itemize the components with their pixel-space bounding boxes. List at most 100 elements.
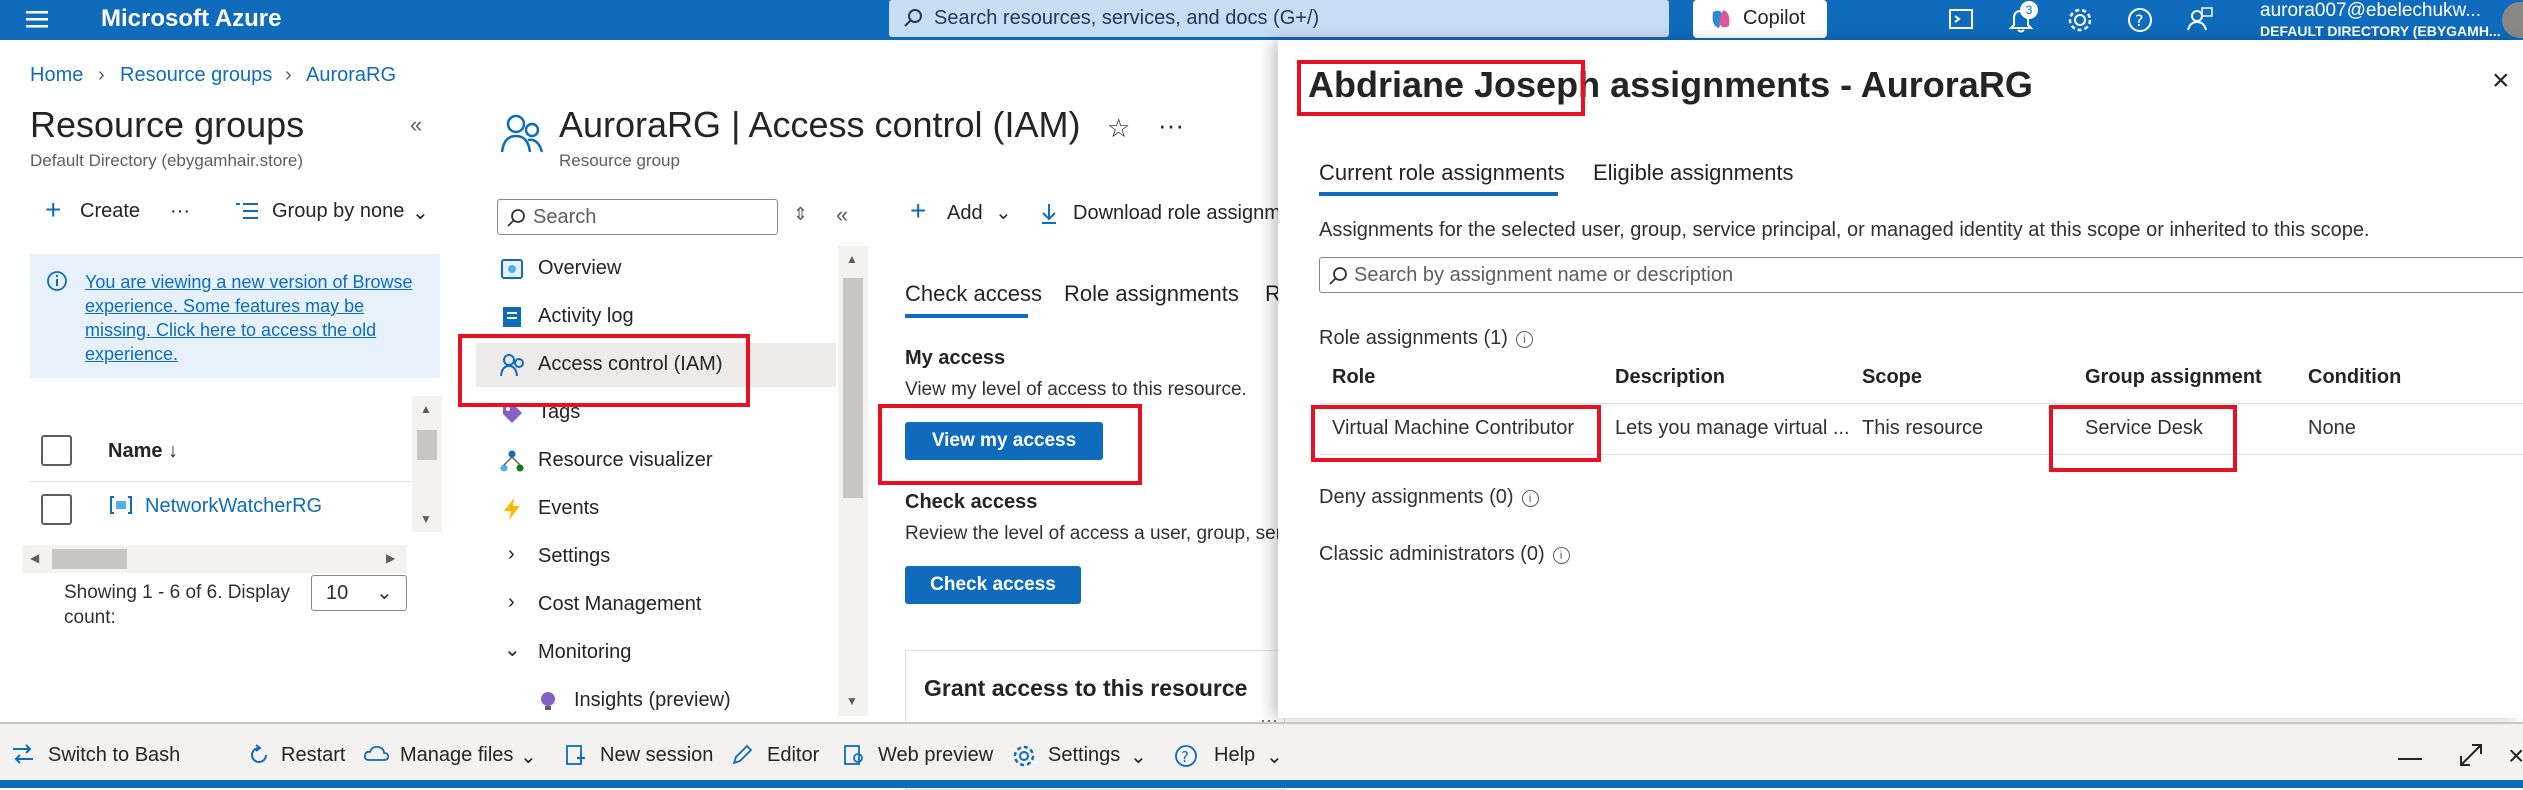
brand-title[interactable]: Microsoft Azure [101,5,281,33]
tab-role-assignments[interactable]: Role assignments [1064,281,1239,307]
group-by-dropdown[interactable]: Group by none [272,200,404,223]
close-icon[interactable]: × [2508,740,2523,772]
tab-eligible-assignments[interactable]: Eligible assignments [1593,160,1794,186]
panel-title-rest: assignments - AuroraRG [1600,64,2033,105]
help-button[interactable]: Help [1214,744,1255,767]
nav-item-tags[interactable]: Tags [500,391,830,435]
scrollbar-thumb[interactable] [52,549,127,569]
collapse-menu-icon[interactable]: « [836,202,848,228]
hamburger-menu-icon[interactable] [26,9,48,29]
minimize-icon[interactable] [2398,758,2422,760]
copilot-label: Copilot [1743,7,1806,29]
account-name[interactable]: aurora007@ebelechukw... [2260,0,2481,22]
scroll-up-icon[interactable]: ▲ [846,252,858,266]
scroll-right-icon[interactable]: ▶ [386,551,395,565]
account-directory[interactable]: DEFAULT DIRECTORY (EBYGAMH... [2260,23,2501,39]
info-icon[interactable]: i [1521,490,1539,507]
global-search-input[interactable]: Search resources, services, and docs (G+… [889,0,1669,37]
web-preview-button[interactable]: Web preview [878,744,993,767]
nav-item-access-control[interactable]: Access control (IAM) [476,343,836,387]
info-icon[interactable]: i [1515,331,1533,348]
group-assignment-link[interactable]: Service Desk [2085,417,2203,440]
check-access-button[interactable]: Check access [905,566,1081,604]
settings-gear-icon[interactable] [2066,6,2094,34]
iam-people-icon [500,112,546,158]
breadcrumb-chevron-icon: › [285,64,292,86]
chevron-down-icon[interactable]: ⌄ [412,200,429,225]
title-separator: | [721,104,749,145]
old-experience-link[interactable]: You are viewing a new version of Browse … [85,270,430,366]
nav-item-overview[interactable]: Overview [500,247,830,291]
select-all-checkbox[interactable] [41,435,72,466]
restart-button[interactable]: Restart [281,744,345,767]
scrollbar-thumb[interactable] [843,278,863,498]
cloud-shell-toolbar: Switch to Bash Restart Manage files ⌄ Ne… [0,710,2523,788]
plus-icon: + [45,194,62,225]
scroll-left-icon[interactable]: ◀ [30,551,39,565]
breadcrumb-home[interactable]: Home [30,64,83,87]
column-description[interactable]: Description [1615,366,1725,389]
editor-button[interactable]: Editor [767,744,819,767]
download-role-assignments-button[interactable]: Download role assignme [1073,202,1292,225]
nav-item-resource-visualizer[interactable]: Resource visualizer [500,439,830,483]
create-button[interactable]: Create [80,200,140,223]
breadcrumb-resource-groups[interactable]: Resource groups [120,64,272,87]
column-condition[interactable]: Condition [2308,366,2401,389]
resize-handle-icon[interactable]: ··· [1260,710,1278,731]
chevron-down-icon[interactable]: ⌄ [1266,744,1283,769]
nav-item-settings[interactable]: › Settings [500,535,830,579]
tab-current-role-assignments[interactable]: Current role assignments [1319,160,1565,186]
copilot-button[interactable]: Copilot [1693,0,1827,38]
name-column-header[interactable]: Name ↓ [108,440,178,463]
nav-item-label: Insights (preview) [574,689,731,711]
collapse-icon[interactable]: « [410,112,422,138]
close-icon[interactable]: × [2492,64,2510,98]
add-button[interactable]: Add [947,202,983,225]
more-options-icon[interactable]: ··· [1158,110,1184,141]
scroll-up-icon[interactable]: ▲ [420,402,432,416]
row-name-link[interactable]: NetworkWatcherRG [145,495,322,518]
switch-to-bash-button[interactable]: Switch to Bash [48,744,180,767]
nav-item-cost-management[interactable]: › Cost Management [500,583,830,627]
menu-scrollbar[interactable]: ▲ ▼ [838,246,868,716]
info-icon[interactable]: i [1552,547,1570,564]
column-group-assignment[interactable]: Group assignment [2085,366,2262,389]
favorite-star-icon[interactable]: ☆ [1107,113,1130,144]
scrollbar-thumb[interactable] [417,430,437,460]
chevron-down-icon[interactable]: ⌄ [520,744,537,769]
more-options-icon[interactable]: ··· [170,200,190,223]
row-checkbox[interactable] [41,494,72,525]
role-link[interactable]: Virtual Machine Contributor [1332,417,1574,440]
help-icon[interactable]: ? [2126,6,2154,34]
nav-item-monitoring[interactable]: ⌄ Monitoring [500,631,830,675]
display-count-select[interactable]: 10 ⌄ [311,575,407,611]
tab-check-access[interactable]: Check access [905,281,1042,307]
avatar[interactable] [2502,2,2523,38]
new-session-button[interactable]: New session [600,744,713,767]
manage-files-button[interactable]: Manage files [400,744,513,767]
feedback-icon[interactable] [2186,6,2214,34]
chevron-down-icon[interactable]: ⌄ [995,200,1012,225]
lightning-icon [500,497,524,521]
horizontal-scrollbar[interactable]: ◀ ▶ [22,545,407,573]
chevron-down-icon[interactable]: ⌄ [1130,744,1147,769]
breadcrumb-aurorarg[interactable]: AuroraRG [306,64,396,87]
settings-button[interactable]: Settings [1048,744,1120,767]
nav-item-events[interactable]: Events [500,487,830,531]
scroll-down-icon[interactable]: ▼ [420,512,432,526]
cloud-shell-icon[interactable] [1948,6,1974,32]
assignment-search-input[interactable]: Search by assignment name or description [1319,257,2523,293]
column-role[interactable]: Role [1332,366,1375,389]
maximize-icon[interactable] [2458,742,2484,768]
vertical-scrollbar[interactable]: ▲ ▼ [412,396,442,532]
display-count-value: 10 [326,582,349,604]
scroll-down-icon[interactable]: ▼ [846,694,858,708]
search-icon [903,8,923,28]
shell-accent-bar [0,780,2523,788]
nav-item-insights[interactable]: Insights (preview) [536,679,866,723]
nav-item-activity-log[interactable]: Activity log [500,295,830,339]
column-scope[interactable]: Scope [1862,366,1922,389]
sort-icon[interactable]: ⇕ [793,204,808,225]
view-my-access-button[interactable]: View my access [905,422,1103,460]
menu-search-input[interactable]: Search [497,199,778,235]
